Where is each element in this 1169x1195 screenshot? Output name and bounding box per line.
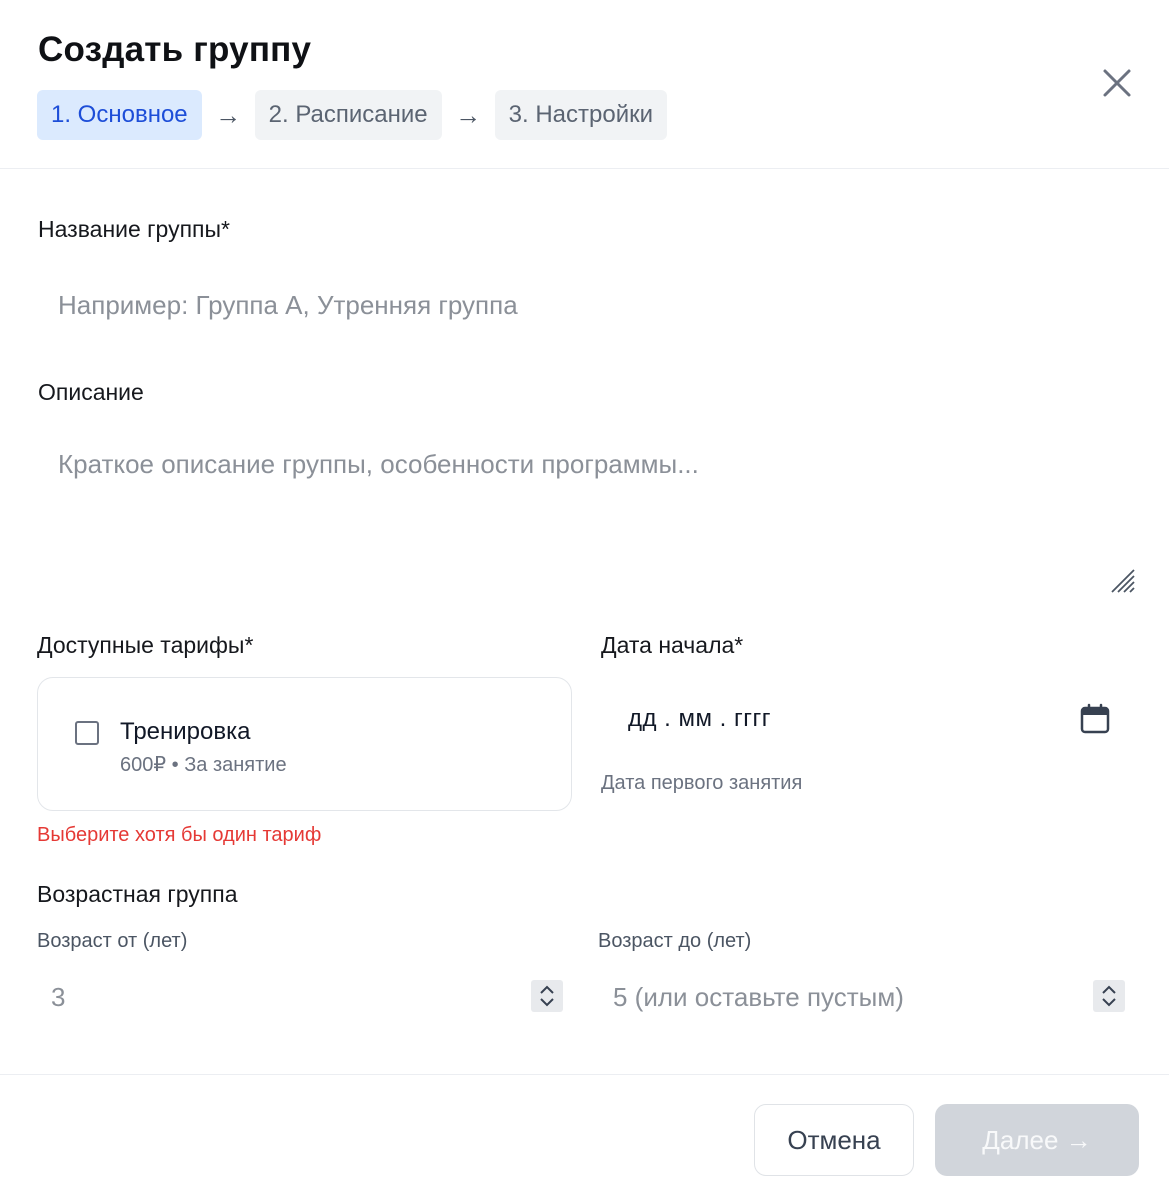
step-arrow: → [455, 99, 482, 130]
calendar-icon[interactable] [1079, 703, 1111, 735]
age-to-label: Возраст до (лет) [598, 930, 752, 952]
start-date-input[interactable]: дд . мм . гггг [628, 705, 771, 733]
close-button[interactable] [1097, 63, 1137, 103]
age-from-label: Возраст от (лет) [37, 930, 188, 952]
description-textarea[interactable] [58, 449, 1108, 589]
close-icon [1103, 69, 1131, 97]
dialog-header: Создать группу 1. Основное → 2. Расписан… [0, 0, 1169, 169]
tariff-price: 600₽ • За занятие [120, 754, 287, 776]
dialog-title: Создать группу [38, 30, 312, 69]
group-name-input[interactable] [58, 285, 1118, 325]
step-basic[interactable]: 1. Основное [37, 90, 202, 140]
age-from-stepper-icon[interactable] [531, 980, 563, 1012]
step-arrow: → [215, 99, 242, 130]
cancel-button[interactable]: Отмена [754, 1104, 914, 1176]
tariffs-error: Выберите хотя бы один тариф [37, 824, 322, 846]
footer-divider [0, 1074, 1169, 1075]
tariffs-label: Доступные тарифы* [37, 632, 254, 658]
age-to-stepper-icon[interactable] [1093, 980, 1125, 1012]
start-date-hint: Дата первого занятия [601, 772, 803, 794]
age-to-input[interactable] [613, 977, 1073, 1017]
stepper: 1. Основное → 2. Расписание → 3. Настрой… [37, 90, 668, 140]
group-name-label: Название группы* [38, 216, 230, 242]
tariff-option[interactable]: Тренировка 600₽ • За занятие [37, 677, 572, 811]
age-group-label: Возрастная группа [37, 881, 238, 907]
step-schedule[interactable]: 2. Расписание [254, 90, 442, 140]
tariff-name: Тренировка [120, 718, 251, 745]
age-from-input[interactable] [51, 977, 511, 1017]
tariff-checkbox[interactable] [75, 721, 99, 745]
step-settings[interactable]: 3. Настройки [494, 90, 668, 140]
resize-handle-icon[interactable] [1108, 566, 1138, 596]
start-date-label: Дата начала* [601, 632, 744, 658]
description-label: Описание [38, 379, 144, 405]
next-button[interactable]: Далее → [935, 1104, 1139, 1176]
